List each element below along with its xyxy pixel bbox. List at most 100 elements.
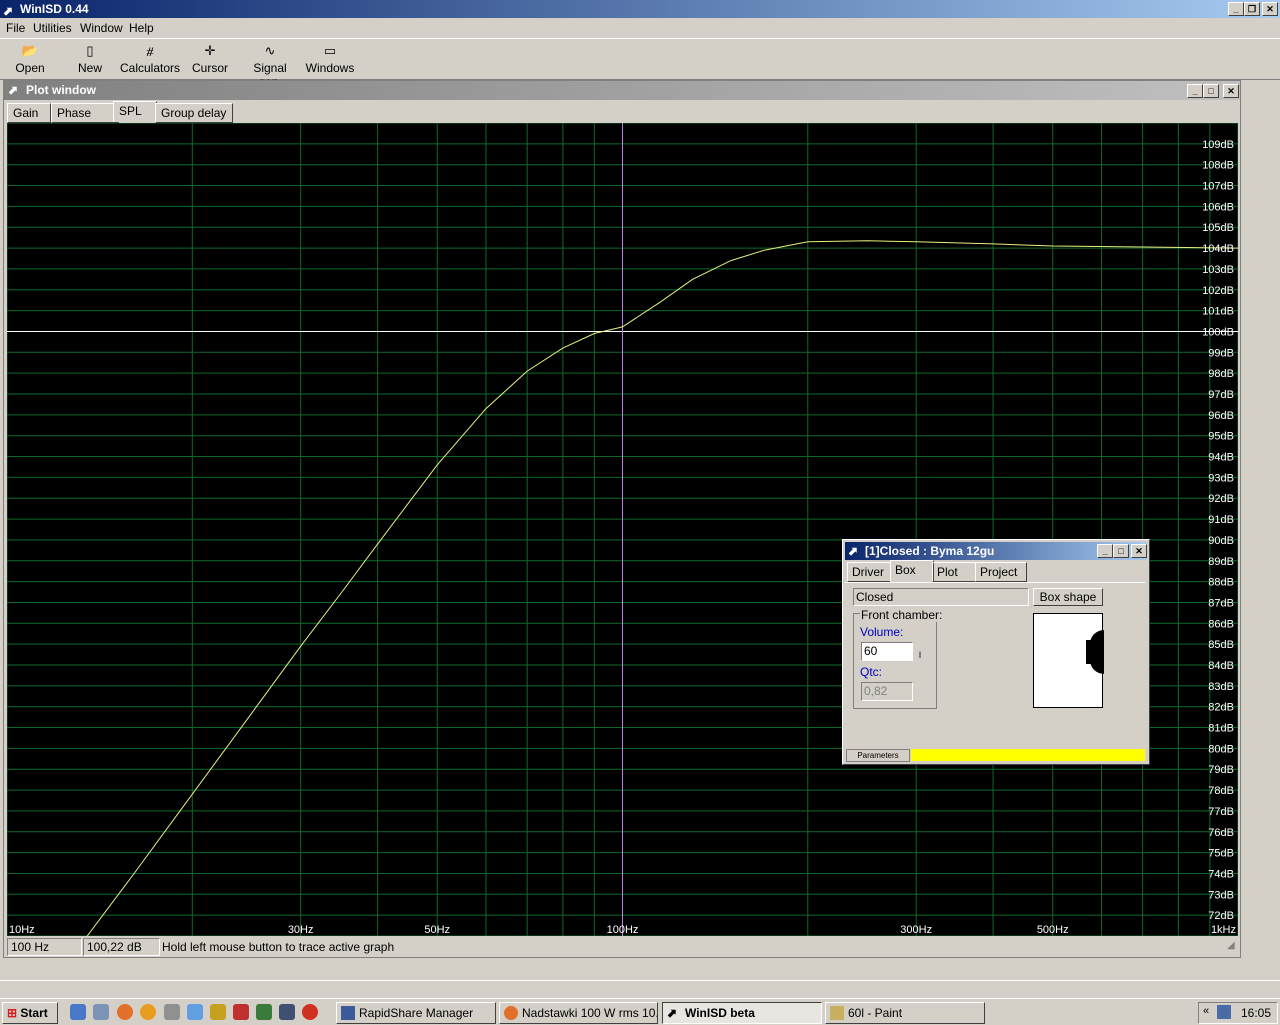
firefox-quicklaunch-icon[interactable]	[117, 1004, 133, 1020]
box-dialog: ⬈ [1]Closed : Byma 12gu _ □ ✕ Driver Box…	[842, 539, 1150, 765]
menu-bar: File Utilities Window Help	[0, 18, 1280, 38]
tab-phase-plot[interactable]: Phase plot	[51, 103, 119, 138]
winisd-window-icon: ⬈	[8, 83, 19, 97]
firefox-icon	[504, 1006, 518, 1020]
x-tick-label: 300Hz	[900, 924, 932, 936]
y-tick-label: 83dB	[1208, 681, 1234, 693]
speaker-cone-icon	[1090, 630, 1104, 674]
status-hint: Hold left mouse button to trace active g…	[162, 940, 395, 954]
y-tick-label: 87dB	[1208, 597, 1234, 609]
menu-utilities[interactable]: Utilities	[33, 21, 72, 35]
record-icon[interactable]	[233, 1004, 249, 1020]
plot-minimize-button[interactable]: _	[1187, 84, 1203, 98]
globe-icon[interactable]	[279, 1004, 295, 1020]
y-tick-label: 99dB	[1208, 347, 1234, 359]
parameters-bar: Parameters	[845, 749, 1147, 762]
windows-logo-icon: ⊞	[7, 1006, 18, 1020]
spl-graph[interactable]: 72dB 73dB 74dB 75dB 76dB 77dB 78dB 79dB 80dB 81dB…	[7, 123, 1238, 936]
start-button[interactable]: ⊞ Start	[2, 1002, 58, 1024]
x-tick-label: 50Hz	[424, 924, 450, 936]
box-shape-preview	[1033, 613, 1104, 708]
tray-expand-icon[interactable]: «	[1203, 1005, 1209, 1017]
cursor-button[interactable]: ✛ Cursor	[190, 41, 230, 77]
plot-window: ⬈ Plot window _ □ ✕ Gain Phase plot SPL …	[3, 80, 1241, 958]
box-dialog-title: [1]Closed : Byma 12gu	[865, 544, 995, 558]
x-tick-label: 1kHz	[1211, 924, 1236, 936]
minimize-button[interactable]: _	[1228, 2, 1244, 16]
task-winisd[interactable]: ⬈ WinISD beta	[662, 1002, 822, 1024]
y-tick-label: 82dB	[1208, 702, 1234, 714]
pencil-icon[interactable]	[210, 1004, 226, 1020]
network-icon[interactable]	[256, 1004, 272, 1020]
y-tick-label: 105dB	[1202, 222, 1234, 234]
status-frequency: 100 Hz	[7, 938, 82, 956]
signal-gen-button[interactable]: ∿ Signal gen.	[240, 41, 300, 89]
plot-maximize-button[interactable]: □	[1203, 84, 1219, 98]
box-close-button[interactable]: ✕	[1131, 544, 1147, 558]
y-tick-label: 104dB	[1202, 243, 1234, 255]
plot-close-button[interactable]: ✕	[1223, 84, 1239, 98]
box-maximize-button[interactable]: □	[1113, 544, 1129, 558]
y-tick-label: 73dB	[1208, 889, 1234, 901]
y-tick-label: 98dB	[1208, 368, 1234, 380]
winisd-icon: ⬈	[667, 1006, 678, 1020]
taskbar: ⊞ Start RapidShare Manager Nadstawki 100…	[0, 998, 1280, 1025]
resize-grip-icon[interactable]: ◢	[1227, 940, 1235, 951]
restore-button[interactable]: ❐	[1244, 2, 1260, 16]
status-level: 100,22 dB	[83, 938, 160, 956]
network-tray-icon[interactable]	[1217, 1005, 1231, 1019]
close-button[interactable]: ✕	[1262, 2, 1278, 16]
tab-group-delay[interactable]: Group delay	[155, 103, 233, 123]
x-tick-label: 10Hz	[9, 924, 35, 936]
desktop-icon[interactable]	[93, 1004, 109, 1020]
parameters-label[interactable]: Parameters	[846, 749, 910, 762]
tab-gain[interactable]: Gain	[7, 103, 51, 123]
open-button-label: Open	[15, 61, 45, 75]
tab-box[interactable]: Box	[890, 560, 934, 582]
tab-driver[interactable]: Driver	[847, 562, 893, 582]
y-tick-label: 81dB	[1208, 723, 1234, 735]
toolbar: 📂 Open ▯ New ⧣ Calculators ✛ Cursor ∿ Si…	[0, 38, 1280, 89]
crosshair-icon: ✛	[204, 43, 216, 58]
tool-icon[interactable]	[164, 1004, 180, 1020]
menu-window[interactable]: Window	[80, 21, 123, 35]
y-tick-label: 102dB	[1202, 285, 1234, 297]
task-rapidshare[interactable]: RapidShare Manager	[336, 1002, 496, 1024]
opera-icon[interactable]	[302, 1004, 318, 1020]
calculators-button[interactable]: ⧣ Calculators	[120, 41, 180, 77]
y-tick-label: 97dB	[1208, 389, 1234, 401]
box-dialog-title-bar: ⬈ [1]Closed : Byma 12gu _ □ ✕	[845, 542, 1147, 560]
winisd-dialog-icon: ⬈	[848, 544, 859, 558]
volume-label: Volume:	[860, 625, 904, 639]
y-tick-label: 88dB	[1208, 577, 1234, 589]
y-tick-label: 107dB	[1202, 181, 1234, 193]
task-firefox[interactable]: Nadstawki 100 W rms 10...	[499, 1002, 658, 1024]
menu-file[interactable]: File	[6, 21, 25, 35]
y-tick-label: 80dB	[1208, 743, 1234, 755]
tab-spl[interactable]: SPL	[113, 101, 157, 122]
menu-help[interactable]: Help	[129, 21, 154, 35]
y-tick-label: 74dB	[1208, 868, 1234, 880]
new-button[interactable]: ▯ New	[70, 41, 110, 77]
y-tick-label: 90dB	[1208, 535, 1234, 547]
open-button[interactable]: 📂 Open	[10, 41, 50, 77]
task-paint[interactable]: 60l - Paint	[825, 1002, 985, 1024]
box-shape-button[interactable]: Box shape	[1033, 588, 1103, 606]
y-tick-label: 94dB	[1208, 452, 1234, 464]
media-icon[interactable]	[187, 1004, 203, 1020]
tab-project[interactable]: Project	[975, 562, 1027, 582]
box-type-select[interactable]: Closed	[853, 588, 1029, 606]
sun-icon[interactable]	[140, 1004, 156, 1020]
task-label: RapidShare Manager	[359, 1006, 474, 1020]
volume-field[interactable]: 60	[861, 642, 913, 661]
qtc-field: 0,82	[861, 682, 913, 701]
box-minimize-button[interactable]: _	[1097, 544, 1113, 558]
folder-open-icon: 📂	[21, 43, 39, 58]
windows-button[interactable]: ▭ Windows	[305, 41, 355, 77]
x-tick-label: 30Hz	[288, 924, 314, 936]
y-tick-label: 78dB	[1208, 785, 1234, 797]
ie-icon[interactable]	[70, 1004, 86, 1020]
window-icon: ▭	[323, 43, 337, 58]
tab-plot[interactable]: Plot	[932, 562, 976, 582]
y-tick-label: 93dB	[1208, 472, 1234, 484]
